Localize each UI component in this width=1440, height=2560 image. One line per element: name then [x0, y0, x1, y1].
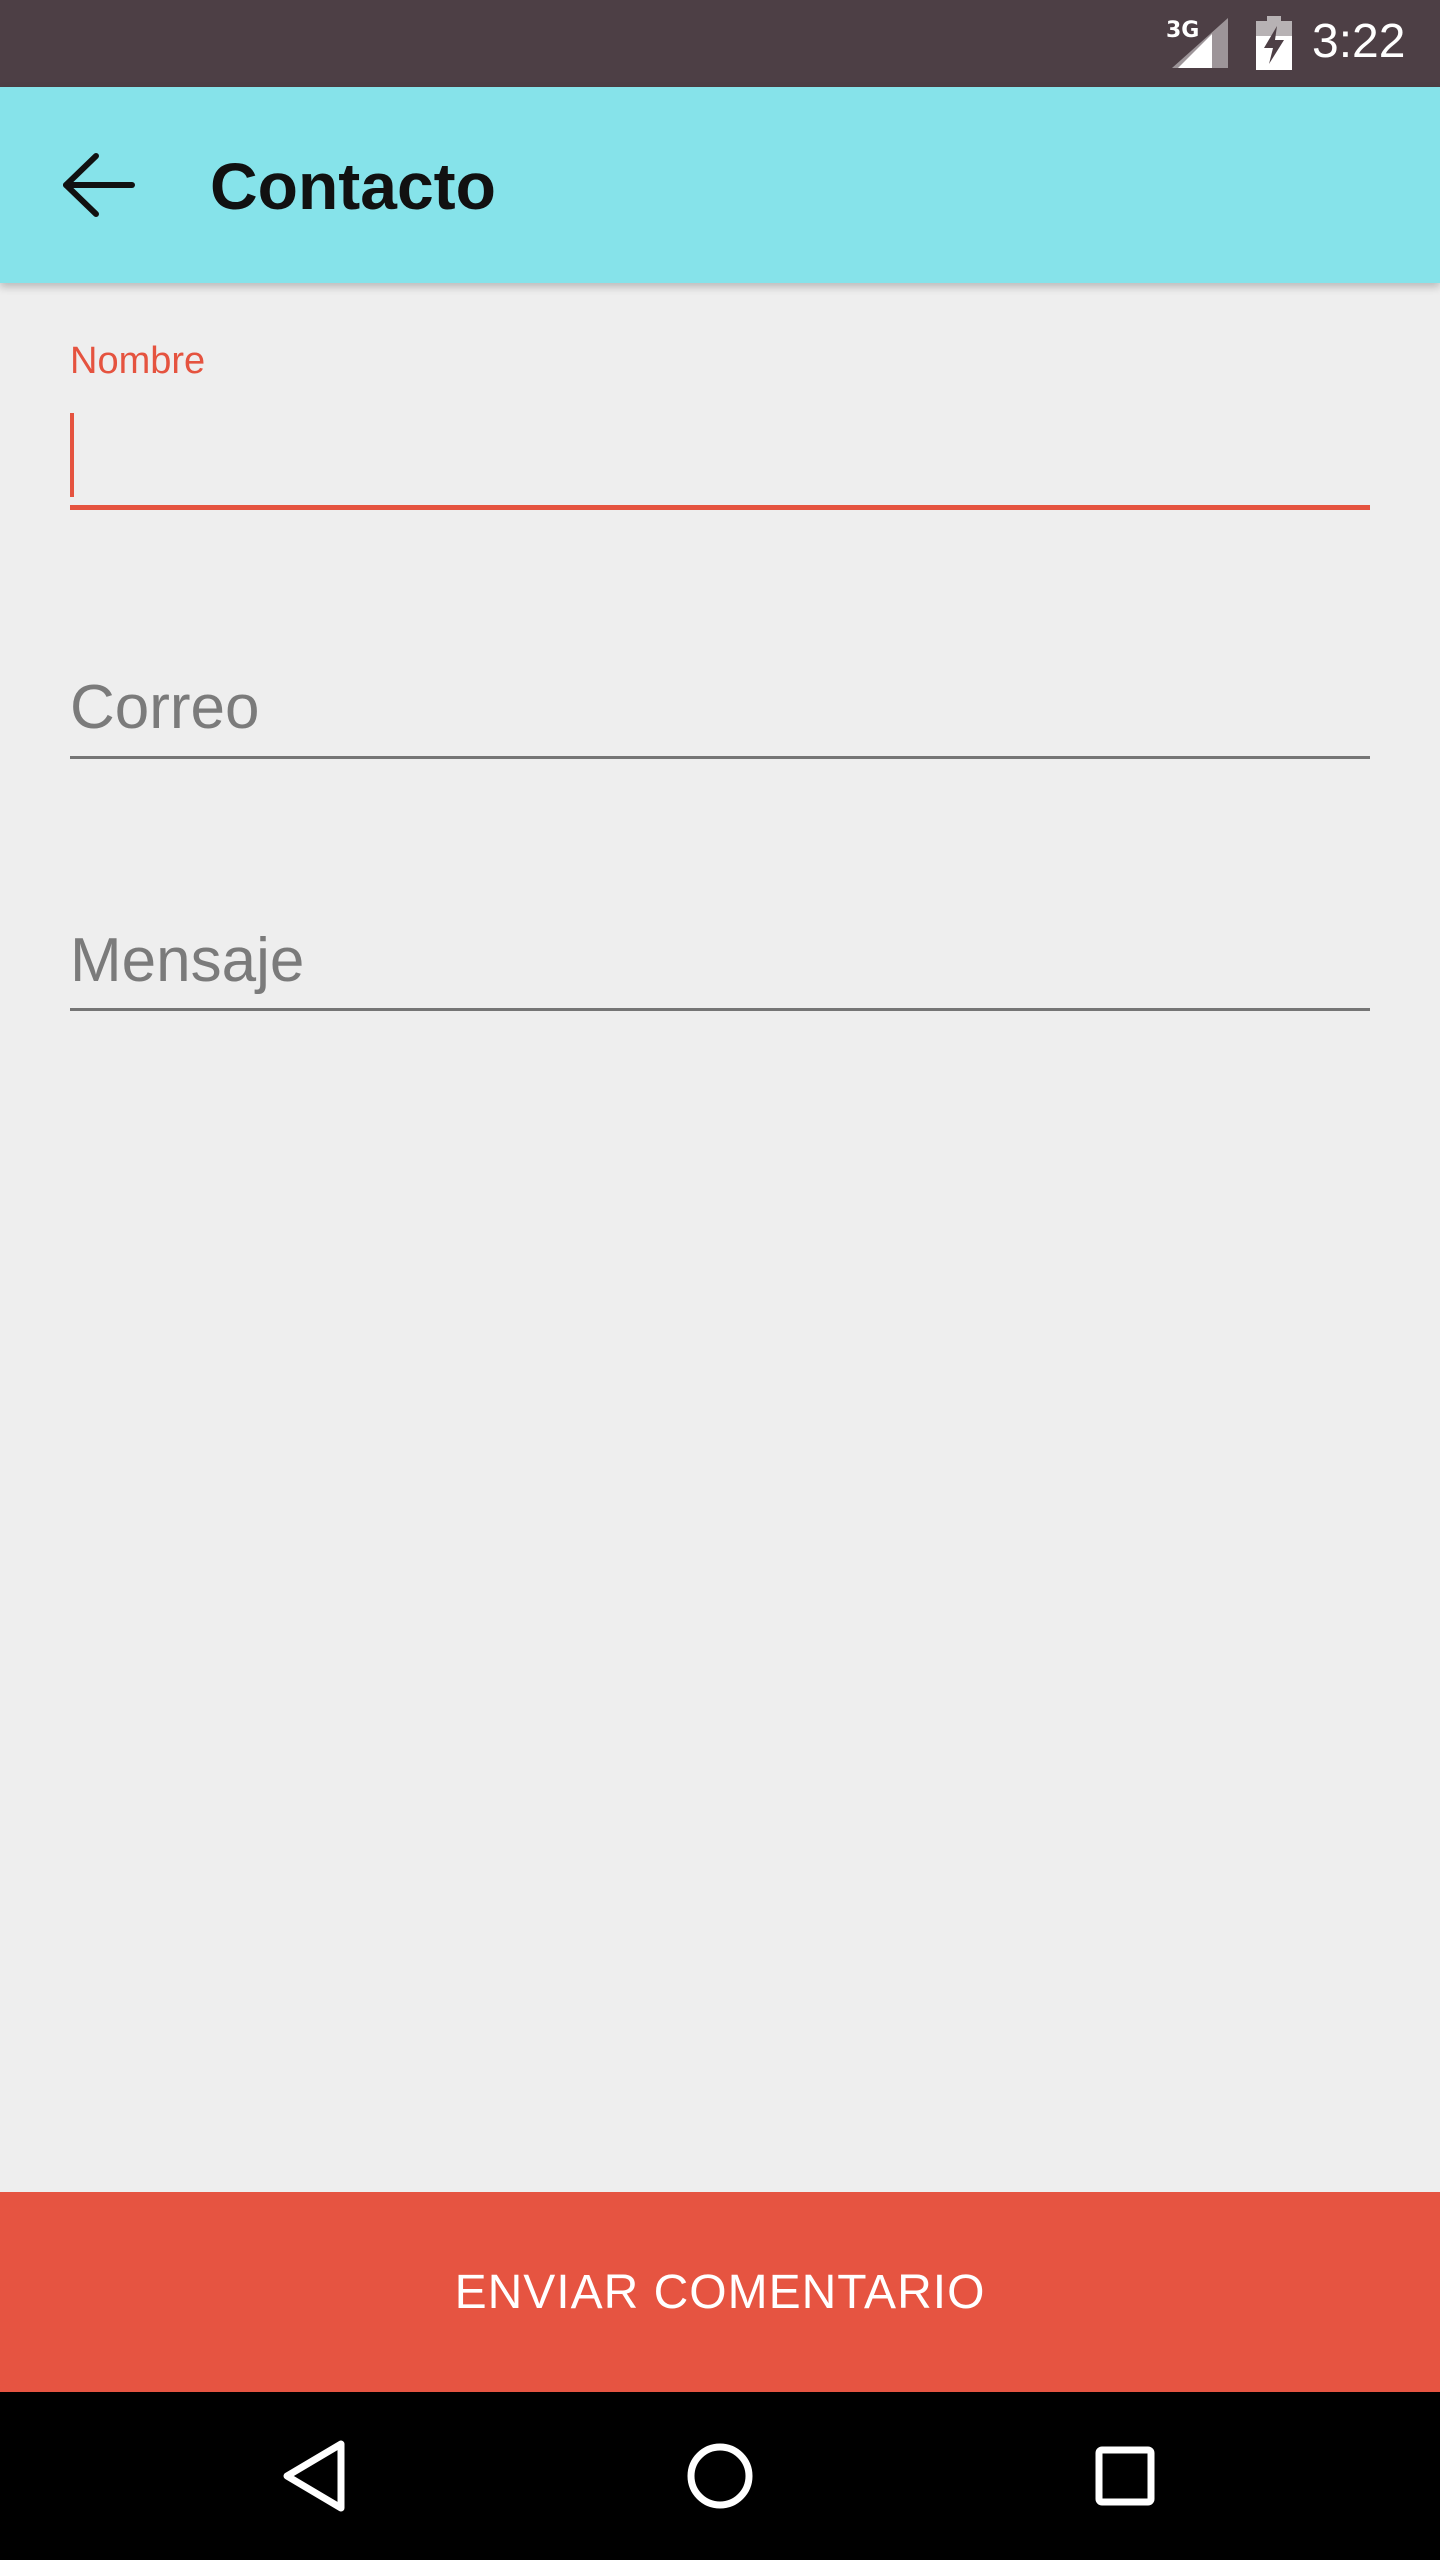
- app-bar: Contacto: [0, 87, 1440, 283]
- home-circle-icon[interactable]: [670, 2426, 770, 2526]
- back-button[interactable]: [50, 137, 146, 233]
- page-title: Contacto: [210, 149, 496, 223]
- contact-screen: 3G 3:22 Contacto Nombre Correo Mensaje E…: [0, 0, 1440, 2560]
- mensaje-underline: [70, 1008, 1370, 1011]
- back-triangle-icon[interactable]: [265, 2426, 365, 2526]
- mensaje-input[interactable]: [70, 918, 1370, 1002]
- navigation-bar: [0, 2392, 1440, 2560]
- recents-square-icon[interactable]: [1075, 2426, 1175, 2526]
- enviar-comentario-button[interactable]: ENVIAR COMENTARIO: [0, 2192, 1440, 2392]
- arrow-back-icon: [63, 153, 135, 217]
